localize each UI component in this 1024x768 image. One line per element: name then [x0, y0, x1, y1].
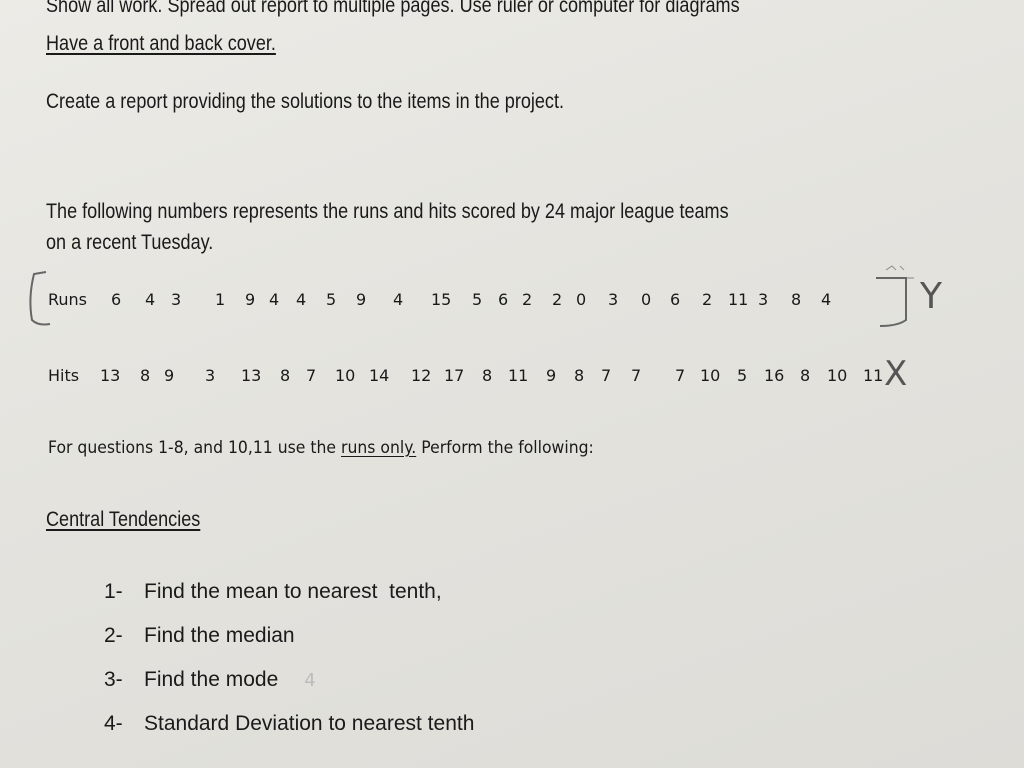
runs-value: 2	[702, 290, 713, 309]
runs-value: 6	[111, 290, 122, 309]
runs-value: 3	[758, 290, 769, 309]
hits-annotation: X	[884, 354, 908, 394]
runs-value: 0	[641, 290, 652, 309]
runs-value: 8	[791, 290, 802, 309]
runs-value: 5	[326, 290, 337, 309]
runs-annotation: Y	[920, 276, 942, 317]
hits-value: 7	[631, 366, 642, 385]
question-2: 2- Find the median	[104, 624, 295, 648]
hits-value: 16	[764, 366, 785, 385]
question-text: Find the mode	[144, 668, 279, 691]
hits-value: 11	[508, 366, 529, 385]
intro-line-2: on a recent Tuesday.	[46, 231, 214, 254]
directions-emphasis: runs only.	[341, 438, 417, 458]
runs-value: 4	[296, 290, 307, 309]
question-number: 3-	[104, 668, 123, 691]
hits-value: 12	[411, 366, 432, 385]
runs-value: 15	[431, 290, 452, 309]
runs-value: 3	[608, 290, 619, 309]
hits-value: 8	[800, 366, 811, 385]
hits-label: Hits	[48, 366, 80, 385]
runs-value: 2	[522, 290, 533, 309]
runs-value: 6	[670, 290, 681, 309]
hits-value: 13	[241, 366, 262, 385]
instruction-line-3: Create a report providing the solutions …	[46, 90, 565, 113]
runs-value: 0	[576, 290, 587, 309]
question-text: Standard Deviation to nearest tenth	[144, 712, 475, 735]
hits-value: 10	[335, 366, 356, 385]
runs-value: 5	[472, 290, 483, 309]
question-number: 4-	[104, 712, 123, 735]
intro-line-1: The following numbers represents the run…	[46, 200, 729, 223]
runs-value: 2	[552, 290, 563, 309]
section-title: Central Tendencies	[46, 508, 201, 531]
handwritten-right-bracket	[876, 265, 914, 327]
runs-value: 4	[393, 290, 404, 309]
directions-after: Perform the following:	[416, 438, 594, 458]
hits-value: 7	[306, 366, 317, 385]
hits-value: 9	[164, 366, 175, 385]
question-3: 3- Find the mode 4	[104, 668, 316, 692]
instruction-line-2: Have a front and back cover.	[46, 32, 276, 55]
hits-value: 7	[601, 366, 612, 385]
hits-value: 14	[369, 366, 390, 385]
hits-value: 11	[863, 366, 884, 385]
runs-value: 9	[356, 290, 367, 309]
hits-value: 10	[700, 366, 721, 385]
hits-value: 8	[280, 366, 291, 385]
runs-value: 9	[245, 290, 256, 309]
runs-value: 1	[215, 290, 226, 309]
runs-value: 6	[498, 290, 509, 309]
hits-value: 9	[546, 366, 557, 385]
question-4: 4- Standard Deviation to nearest tenth	[104, 712, 474, 736]
question-text: Find the median	[144, 624, 295, 647]
runs-value: 4	[145, 290, 156, 309]
question-number: 2-	[104, 624, 123, 647]
runs-value: 11	[728, 290, 749, 309]
question-1: 1- Find the mean to nearest tenth,	[104, 580, 442, 604]
runs-label: Runs	[48, 290, 88, 309]
hits-value: 8	[574, 366, 585, 385]
hits-value: 17	[444, 366, 465, 385]
question-text: Find the mean to nearest tenth,	[144, 580, 442, 603]
hits-value: 3	[205, 366, 216, 385]
runs-value: 3	[171, 290, 182, 309]
hits-value: 13	[100, 366, 121, 385]
hits-value: 5	[737, 366, 748, 385]
runs-value: 4	[821, 290, 832, 309]
question-number: 1-	[104, 580, 123, 603]
hits-value: 7	[675, 366, 686, 385]
hits-value: 8	[140, 366, 151, 385]
handwritten-mode-note: 4	[304, 670, 316, 691]
hits-value: 10	[827, 366, 848, 385]
hits-value: 8	[482, 366, 493, 385]
instruction-line-1: Show all work. Spread out report to mult…	[46, 0, 740, 17]
directions-text: For questions 1-8, and 10,11 use the run…	[48, 438, 594, 458]
runs-value: 4	[269, 290, 280, 309]
directions-before: For questions 1-8, and 10,11 use the	[48, 438, 342, 458]
